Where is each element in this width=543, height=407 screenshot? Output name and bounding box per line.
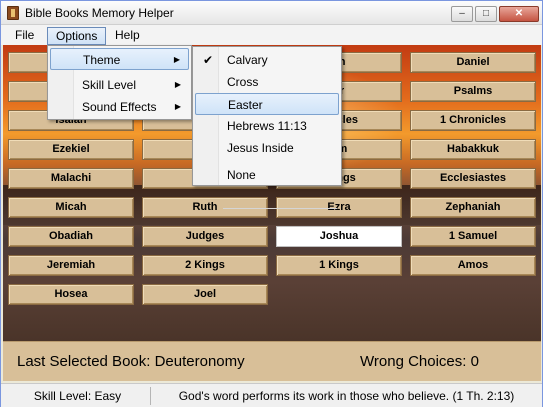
menu-help[interactable]: Help xyxy=(107,27,148,45)
book-tile[interactable]: Obadiah xyxy=(8,226,134,247)
theme-label: Jesus Inside xyxy=(227,141,294,155)
theme-none[interactable]: None xyxy=(195,164,339,186)
close-button[interactable]: ✕ xyxy=(499,6,539,22)
book-tile[interactable]: Joel xyxy=(142,284,268,305)
book-tile[interactable]: Daniel xyxy=(410,52,536,73)
book-tile[interactable]: Judges xyxy=(142,226,268,247)
theme-label: Calvary xyxy=(227,53,268,67)
menu-item-skill-level[interactable]: Skill Level ▶ xyxy=(50,74,189,96)
theme-submenu: ✔ Calvary Cross Easter Hebrews 11:13 Jes… xyxy=(192,46,342,209)
theme-label: None xyxy=(227,168,256,182)
title-bar[interactable]: Bible Books Memory Helper – □ ✕ xyxy=(1,1,542,25)
status-skill-level: Skill Level: Easy xyxy=(5,387,151,405)
submenu-arrow-icon: ▶ xyxy=(174,80,181,89)
theme-calvary[interactable]: ✔ Calvary xyxy=(195,49,339,71)
theme-label: Easter xyxy=(228,98,263,112)
book-tile[interactable]: Micah xyxy=(8,197,134,218)
book-tile[interactable]: Amos xyxy=(410,255,536,276)
menu-item-sound-effects[interactable]: Sound Effects ▶ xyxy=(50,96,189,118)
theme-label: Cross xyxy=(227,75,259,89)
menu-separator xyxy=(223,208,337,209)
window-title: Bible Books Memory Helper xyxy=(25,6,174,20)
info-panel: Last Selected Book: Deuteronomy Wrong Ch… xyxy=(3,341,541,381)
book-tile[interactable]: Psalms xyxy=(410,81,536,102)
book-tile[interactable]: 2 Kings xyxy=(142,255,268,276)
minimize-button[interactable]: – xyxy=(451,6,473,22)
last-selected-book: Last Selected Book: Deuteronomy xyxy=(17,353,245,370)
menu-item-theme[interactable]: Theme ▶ xyxy=(50,48,189,70)
book-tile[interactable]: 1 Kings xyxy=(276,255,402,276)
theme-label: Hebrews 11:13 xyxy=(227,119,307,133)
book-tile[interactable]: Ecclesiastes xyxy=(410,168,536,189)
book-tile[interactable]: Zephaniah xyxy=(410,197,536,218)
book-tile[interactable]: Ezekiel xyxy=(8,139,134,160)
book-tile[interactable]: 1 Samuel xyxy=(410,226,536,247)
menu-item-label: Sound Effects xyxy=(82,100,157,114)
book-tile[interactable]: Malachi xyxy=(8,168,134,189)
book-tile[interactable]: Jeremiah xyxy=(8,255,134,276)
status-bar: Skill Level: Easy God's word performs it… xyxy=(1,383,542,407)
book-tile[interactable]: Joshua xyxy=(276,226,402,247)
status-verse: God's word performs its work in those wh… xyxy=(178,389,515,403)
menu-options[interactable]: Options xyxy=(47,27,107,45)
bible-icon xyxy=(7,6,19,20)
book-tile[interactable]: Habakkuk xyxy=(410,139,536,160)
menu-bar: File Options Help xyxy=(1,25,542,45)
theme-hebrews[interactable]: Hebrews 11:13 xyxy=(195,115,339,137)
submenu-arrow-icon: ▶ xyxy=(173,55,180,64)
theme-easter[interactable]: Easter xyxy=(195,93,339,115)
wrong-choices-count: Wrong Choices: 0 xyxy=(360,353,479,370)
maximize-button[interactable]: □ xyxy=(475,6,497,22)
book-tile[interactable]: Hosea xyxy=(8,284,134,305)
menu-file[interactable]: File xyxy=(7,27,42,45)
book-tile[interactable]: 1 Chronicles xyxy=(410,110,536,131)
theme-jesus-inside[interactable]: Jesus Inside xyxy=(195,137,339,159)
submenu-arrow-icon: ▶ xyxy=(174,102,181,111)
check-icon: ✔ xyxy=(203,53,214,67)
options-dropdown: Theme ▶ Skill Level ▶ Sound Effects ▶ xyxy=(47,45,192,120)
menu-item-label: Theme xyxy=(83,53,121,67)
menu-item-label: Skill Level xyxy=(82,78,137,92)
theme-cross[interactable]: Cross xyxy=(195,71,339,93)
